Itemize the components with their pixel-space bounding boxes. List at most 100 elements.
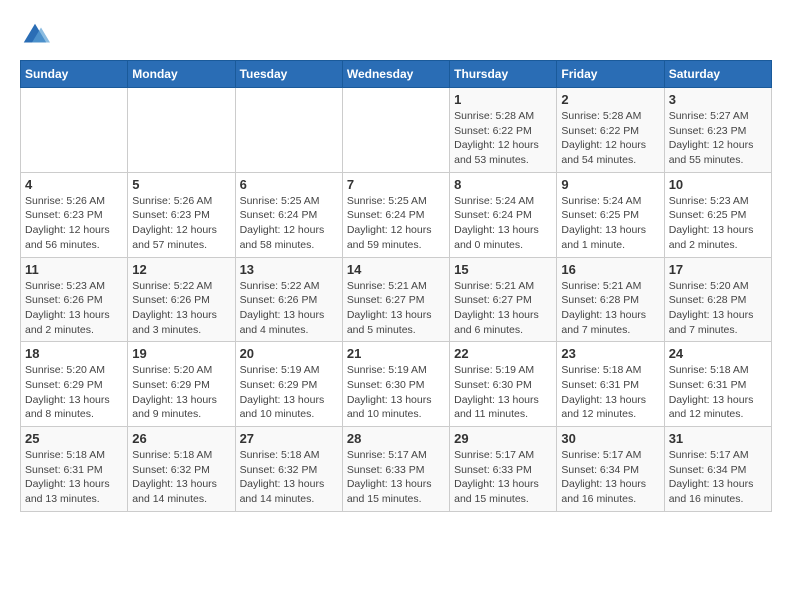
calendar-cell: 6 Sunrise: 5:25 AM Sunset: 6:24 PM Daylig… [235, 172, 342, 257]
calendar-cell: 12 Sunrise: 5:22 AM Sunset: 6:26 PM Dayli… [128, 257, 235, 342]
calendar-cell: 29 Sunrise: 5:17 AM Sunset: 6:33 PM Dayli… [450, 427, 557, 512]
calendar-cell: 30 Sunrise: 5:17 AM Sunset: 6:34 PM Dayli… [557, 427, 664, 512]
calendar-cell: 8 Sunrise: 5:24 AM Sunset: 6:24 PM Daylig… [450, 172, 557, 257]
day-info: Sunrise: 5:24 AM Sunset: 6:25 PM Dayligh… [561, 194, 659, 253]
logo [20, 20, 56, 50]
day-info: Sunrise: 5:17 AM Sunset: 6:33 PM Dayligh… [454, 448, 552, 507]
day-number: 2 [561, 92, 659, 107]
day-number: 29 [454, 431, 552, 446]
calendar-cell: 13 Sunrise: 5:22 AM Sunset: 6:26 PM Dayli… [235, 257, 342, 342]
day-number: 21 [347, 346, 445, 361]
day-number: 31 [669, 431, 767, 446]
day-info: Sunrise: 5:17 AM Sunset: 6:34 PM Dayligh… [669, 448, 767, 507]
calendar-cell: 3Sunrise: 5:27 AM Sunset: 6:23 PM Daylig… [664, 88, 771, 173]
day-number: 23 [561, 346, 659, 361]
calendar-cell: 9 Sunrise: 5:24 AM Sunset: 6:25 PM Daylig… [557, 172, 664, 257]
calendar-cell [128, 88, 235, 173]
calendar-cell: 15 Sunrise: 5:21 AM Sunset: 6:27 PM Dayli… [450, 257, 557, 342]
day-info: Sunrise: 5:22 AM Sunset: 6:26 PM Dayligh… [240, 279, 338, 338]
calendar-cell: 2 Sunrise: 5:28 AM Sunset: 6:22 PM Daylig… [557, 88, 664, 173]
calendar-cell [21, 88, 128, 173]
day-number: 15 [454, 262, 552, 277]
day-info: Sunrise: 5:21 AM Sunset: 6:27 PM Dayligh… [454, 279, 552, 338]
day-number: 30 [561, 431, 659, 446]
day-info: Sunrise: 5:20 AM Sunset: 6:29 PM Dayligh… [25, 363, 123, 422]
calendar-cell: 19 Sunrise: 5:20 AM Sunset: 6:29 PM Dayli… [128, 342, 235, 427]
day-number: 17 [669, 262, 767, 277]
day-number: 4 [25, 177, 123, 192]
page-header [20, 20, 772, 50]
calendar-cell: 22Sunrise: 5:19 AM Sunset: 6:30 PM Dayli… [450, 342, 557, 427]
weekday-header-tuesday: Tuesday [235, 61, 342, 88]
day-number: 28 [347, 431, 445, 446]
weekday-header-friday: Friday [557, 61, 664, 88]
day-number: 27 [240, 431, 338, 446]
day-info: Sunrise: 5:18 AM Sunset: 6:32 PM Dayligh… [132, 448, 230, 507]
day-info: Sunrise: 5:23 AM Sunset: 6:26 PM Dayligh… [25, 279, 123, 338]
day-info: Sunrise: 5:18 AM Sunset: 6:32 PM Dayligh… [240, 448, 338, 507]
day-info: Sunrise: 5:26 AM Sunset: 6:23 PM Dayligh… [25, 194, 123, 253]
day-number: 9 [561, 177, 659, 192]
day-number: 12 [132, 262, 230, 277]
calendar-cell [342, 88, 449, 173]
calendar-cell [235, 88, 342, 173]
day-info: Sunrise: 5:26 AM Sunset: 6:23 PM Dayligh… [132, 194, 230, 253]
day-info: Sunrise: 5:19 AM Sunset: 6:29 PM Dayligh… [240, 363, 338, 422]
calendar-cell: 16 Sunrise: 5:21 AM Sunset: 6:28 PM Dayli… [557, 257, 664, 342]
day-info: Sunrise: 5:23 AM Sunset: 6:25 PM Dayligh… [669, 194, 767, 253]
calendar-cell: 27 Sunrise: 5:18 AM Sunset: 6:32 PM Dayli… [235, 427, 342, 512]
day-info: Sunrise: 5:25 AM Sunset: 6:24 PM Dayligh… [240, 194, 338, 253]
day-info: Sunrise: 5:19 AM Sunset: 6:30 PM Dayligh… [454, 363, 552, 422]
day-info: Sunrise: 5:17 AM Sunset: 6:33 PM Dayligh… [347, 448, 445, 507]
day-info: Sunrise: 5:20 AM Sunset: 6:29 PM Dayligh… [132, 363, 230, 422]
calendar-cell: 1 Sunrise: 5:28 AM Sunset: 6:22 PM Daylig… [450, 88, 557, 173]
day-info: Sunrise: 5:19 AM Sunset: 6:30 PM Dayligh… [347, 363, 445, 422]
day-info: Sunrise: 5:27 AM Sunset: 6:23 PM Dayligh… [669, 109, 767, 168]
calendar-cell: 5 Sunrise: 5:26 AM Sunset: 6:23 PM Daylig… [128, 172, 235, 257]
calendar-cell: 18 Sunrise: 5:20 AM Sunset: 6:29 PM Dayli… [21, 342, 128, 427]
weekday-header-thursday: Thursday [450, 61, 557, 88]
day-info: Sunrise: 5:18 AM Sunset: 6:31 PM Dayligh… [669, 363, 767, 422]
day-info: Sunrise: 5:22 AM Sunset: 6:26 PM Dayligh… [132, 279, 230, 338]
day-number: 24 [669, 346, 767, 361]
calendar-cell: 25Sunrise: 5:18 AM Sunset: 6:31 PM Dayli… [21, 427, 128, 512]
day-info: Sunrise: 5:18 AM Sunset: 6:31 PM Dayligh… [561, 363, 659, 422]
day-number: 18 [25, 346, 123, 361]
weekday-header-wednesday: Wednesday [342, 61, 449, 88]
day-number: 1 [454, 92, 552, 107]
day-info: Sunrise: 5:25 AM Sunset: 6:24 PM Dayligh… [347, 194, 445, 253]
weekday-header-sunday: Sunday [21, 61, 128, 88]
calendar-cell: 14 Sunrise: 5:21 AM Sunset: 6:27 PM Dayli… [342, 257, 449, 342]
day-info: Sunrise: 5:17 AM Sunset: 6:34 PM Dayligh… [561, 448, 659, 507]
day-info: Sunrise: 5:24 AM Sunset: 6:24 PM Dayligh… [454, 194, 552, 253]
calendar-cell: 4 Sunrise: 5:26 AM Sunset: 6:23 PM Daylig… [21, 172, 128, 257]
day-number: 14 [347, 262, 445, 277]
day-info: Sunrise: 5:28 AM Sunset: 6:22 PM Dayligh… [454, 109, 552, 168]
day-number: 13 [240, 262, 338, 277]
calendar-cell: 23 Sunrise: 5:18 AM Sunset: 6:31 PM Dayli… [557, 342, 664, 427]
day-info: Sunrise: 5:21 AM Sunset: 6:28 PM Dayligh… [561, 279, 659, 338]
calendar-cell: 10Sunrise: 5:23 AM Sunset: 6:25 PM Dayli… [664, 172, 771, 257]
calendar-cell: 28 Sunrise: 5:17 AM Sunset: 6:33 PM Dayli… [342, 427, 449, 512]
day-info: Sunrise: 5:20 AM Sunset: 6:28 PM Dayligh… [669, 279, 767, 338]
weekday-header-saturday: Saturday [664, 61, 771, 88]
calendar-table: SundayMondayTuesdayWednesdayThursdayFrid… [20, 60, 772, 512]
day-info: Sunrise: 5:28 AM Sunset: 6:22 PM Dayligh… [561, 109, 659, 168]
day-number: 25 [25, 431, 123, 446]
day-number: 5 [132, 177, 230, 192]
day-number: 20 [240, 346, 338, 361]
day-number: 8 [454, 177, 552, 192]
day-number: 26 [132, 431, 230, 446]
day-info: Sunrise: 5:21 AM Sunset: 6:27 PM Dayligh… [347, 279, 445, 338]
day-number: 16 [561, 262, 659, 277]
calendar-cell: 17 Sunrise: 5:20 AM Sunset: 6:28 PM Dayli… [664, 257, 771, 342]
logo-icon [20, 20, 50, 50]
calendar-cell: 7 Sunrise: 5:25 AM Sunset: 6:24 PM Daylig… [342, 172, 449, 257]
calendar-cell: 24 Sunrise: 5:18 AM Sunset: 6:31 PM Dayli… [664, 342, 771, 427]
day-number: 7 [347, 177, 445, 192]
day-number: 19 [132, 346, 230, 361]
day-number: 6 [240, 177, 338, 192]
day-number: 11 [25, 262, 123, 277]
calendar-cell: 21 Sunrise: 5:19 AM Sunset: 6:30 PM Dayli… [342, 342, 449, 427]
calendar-cell: 11 Sunrise: 5:23 AM Sunset: 6:26 PM Dayli… [21, 257, 128, 342]
